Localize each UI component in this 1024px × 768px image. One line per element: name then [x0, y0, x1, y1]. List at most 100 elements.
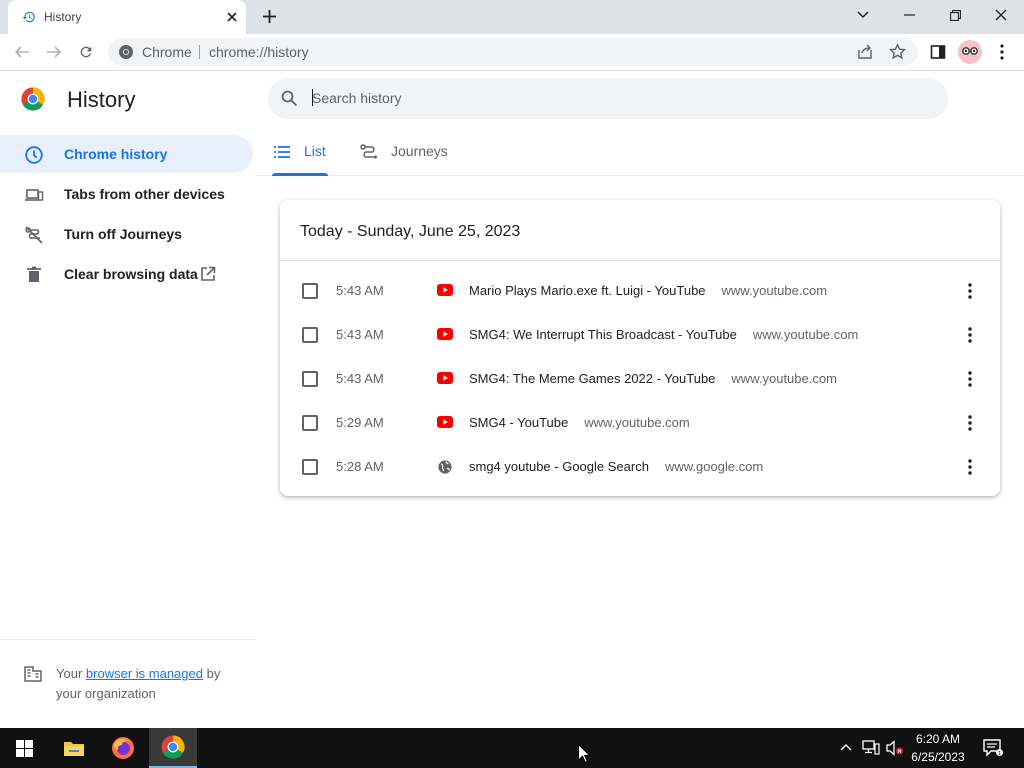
- history-entry[interactable]: 5:28 AM smg4 youtube - Google Search www.…: [280, 445, 1000, 489]
- back-icon[interactable]: [10, 40, 34, 64]
- sidebar-item-chrome-history[interactable]: Chrome history: [0, 135, 253, 173]
- notification-icon[interactable]: 1: [983, 739, 1003, 757]
- history-icon: [22, 10, 36, 24]
- more-actions-icon[interactable]: [960, 325, 980, 345]
- entry-title[interactable]: SMG4 - YouTube: [469, 415, 568, 430]
- history-entry[interactable]: 5:43 AM SMG4: We Interrupt This Broadcas…: [280, 313, 1000, 357]
- managed-prefix: Your: [56, 666, 83, 681]
- youtube-icon: [437, 372, 453, 386]
- mouse-cursor-icon: [578, 744, 590, 763]
- restore-icon[interactable]: [932, 0, 978, 30]
- search-icon: [281, 90, 298, 107]
- sidebar-item-label: Clear browsing data: [64, 266, 198, 282]
- entry-title[interactable]: smg4 youtube - Google Search: [469, 459, 649, 474]
- chrome-logo-icon: [21, 87, 45, 111]
- entry-link[interactable]: Mario Plays Mario.exe ft. Luigi - YouTub…: [469, 283, 827, 298]
- history-card: Today - Sunday, June 25, 2023 5:43 AM Ma…: [280, 200, 1000, 496]
- file-explorer-icon[interactable]: [50, 728, 98, 768]
- reload-icon[interactable]: [74, 40, 98, 64]
- browser-managed-link[interactable]: browser is managed: [86, 666, 203, 681]
- share-icon[interactable]: [857, 44, 873, 60]
- browser-toolbar: Chrome chrome://history: [0, 34, 1024, 71]
- entry-link[interactable]: SMG4: We Interrupt This Broadcast - YouT…: [469, 327, 858, 342]
- entry-domain: www.youtube.com: [721, 283, 828, 298]
- history-entry[interactable]: 5:43 AM Mario Plays Mario.exe ft. Luigi …: [280, 269, 1000, 313]
- tab-label: List: [304, 143, 326, 159]
- text-caret: [312, 89, 313, 106]
- history-entry[interactable]: 5:43 AM SMG4: The Meme Games 2022 - YouT…: [280, 357, 1000, 401]
- sidebar-item-tabs-other-devices[interactable]: Tabs from other devices: [0, 175, 253, 213]
- devices-icon: [24, 185, 44, 205]
- entry-checkbox[interactable]: [302, 283, 318, 299]
- history-entry[interactable]: 5:29 AM SMG4 - YouTube www.youtube.com: [280, 401, 1000, 445]
- tray-chevron-up-icon[interactable]: [840, 743, 852, 751]
- chrome-page-icon: [118, 44, 134, 60]
- more-actions-icon[interactable]: [960, 369, 980, 389]
- entry-time: 5:43 AM: [336, 327, 384, 342]
- close-tab-icon[interactable]: [226, 11, 238, 23]
- tab-title: History: [44, 10, 82, 24]
- new-tab-icon[interactable]: [262, 9, 277, 24]
- volume-muted-icon[interactable]: [886, 740, 904, 756]
- card-divider: [280, 260, 1000, 261]
- search-input[interactable]: [312, 90, 912, 106]
- entry-domain: www.google.com: [664, 459, 764, 474]
- more-actions-icon[interactable]: [960, 281, 980, 301]
- sidebar-item-label: Tabs from other devices: [64, 186, 225, 202]
- minimize-icon[interactable]: [886, 0, 932, 30]
- browser-tab[interactable]: History: [8, 0, 246, 34]
- tab-journeys[interactable]: Journeys: [360, 132, 460, 176]
- entry-title[interactable]: Mario Plays Mario.exe ft. Luigi - YouTub…: [469, 283, 706, 298]
- svg-text:1: 1: [998, 751, 1001, 757]
- clock-time[interactable]: 6:20 AM: [908, 732, 968, 746]
- omnibox[interactable]: Chrome chrome://history: [108, 38, 918, 66]
- close-window-icon[interactable]: [978, 0, 1024, 30]
- date-header: Today - Sunday, June 25, 2023: [300, 223, 521, 240]
- sidebar-divider: [0, 639, 256, 640]
- entry-checkbox[interactable]: [302, 459, 318, 475]
- entry-time: 5:43 AM: [336, 283, 384, 298]
- entry-checkbox[interactable]: [302, 371, 318, 387]
- entry-link[interactable]: SMG4: The Meme Games 2022 - YouTube www.y…: [469, 371, 837, 386]
- youtube-icon: [437, 416, 453, 430]
- side-panel-icon[interactable]: [926, 40, 950, 64]
- omnibox-site-label: Chrome: [142, 44, 192, 60]
- sidebar-item-turn-off-journeys[interactable]: Turn off Journeys: [0, 215, 253, 253]
- omnibox-url[interactable]: chrome://history: [209, 44, 309, 60]
- journeys-icon: [360, 144, 378, 161]
- entry-checkbox[interactable]: [302, 415, 318, 431]
- entry-domain: www.youtube.com: [731, 371, 837, 386]
- entry-domain: www.youtube.com: [752, 327, 859, 342]
- page-title: History: [67, 87, 136, 112]
- entry-link[interactable]: SMG4 - YouTube www.youtube.com: [469, 415, 690, 430]
- youtube-icon: [437, 328, 453, 342]
- firefox-icon[interactable]: [99, 728, 147, 768]
- sidebar-item-clear-browsing-data[interactable]: Clear browsing data: [0, 255, 253, 293]
- chrome-taskbar-icon[interactable]: [149, 728, 197, 768]
- tab-search-icon[interactable]: [840, 0, 886, 30]
- clock-date[interactable]: 6/25/2023: [906, 750, 970, 764]
- tab-list[interactable]: List: [272, 132, 328, 176]
- sidebar-item-label: Turn off Journeys: [64, 226, 182, 242]
- entry-title[interactable]: SMG4: The Meme Games 2022 - YouTube: [469, 371, 715, 386]
- search-bar[interactable]: [268, 78, 948, 119]
- network-icon[interactable]: [862, 740, 880, 756]
- entry-title[interactable]: SMG4: We Interrupt This Broadcast - YouT…: [469, 327, 737, 342]
- youtube-icon: [437, 284, 453, 298]
- more-actions-icon[interactable]: [960, 413, 980, 433]
- entry-domain: www.youtube.com: [584, 415, 690, 430]
- omnibox-separator: [199, 45, 200, 59]
- tab-label: Journeys: [391, 143, 448, 159]
- managed-notice: Your browser is managed by your organiza…: [56, 664, 246, 704]
- tab-strip: History: [0, 0, 1024, 34]
- entry-link[interactable]: smg4 youtube - Google Search www.google.c…: [469, 459, 763, 474]
- bookmark-star-icon[interactable]: [889, 43, 906, 60]
- windows-start-icon[interactable]: [0, 728, 48, 768]
- more-actions-icon[interactable]: [960, 457, 980, 477]
- entry-time: 5:28 AM: [336, 459, 384, 474]
- profile-avatar-icon[interactable]: [958, 40, 982, 64]
- browser-menu-icon[interactable]: [990, 40, 1014, 64]
- forward-icon[interactable]: [42, 40, 66, 64]
- entry-checkbox[interactable]: [302, 327, 318, 343]
- journeys-off-icon: [24, 225, 44, 245]
